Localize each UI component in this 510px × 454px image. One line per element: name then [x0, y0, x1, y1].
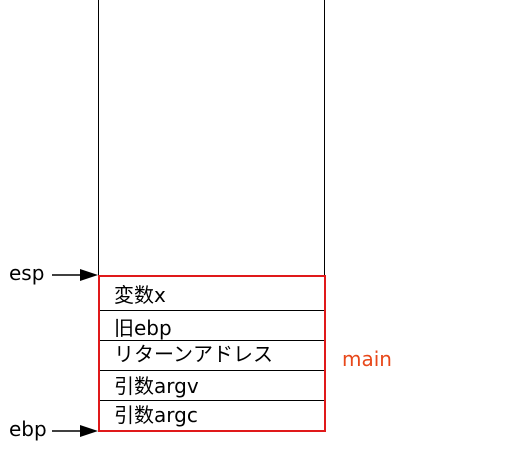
stack-cell-old-ebp: 旧ebp — [114, 316, 172, 340]
stack-cell-argc: 引数argc — [114, 403, 198, 427]
cell-divider — [100, 370, 324, 371]
frame-label-main: main — [342, 347, 392, 371]
ebp-arrow — [52, 425, 98, 437]
esp-arrow — [52, 269, 98, 281]
stack-cell-argv: 引数argv — [114, 374, 199, 398]
stack-cell-return-address: リターンアドレス — [114, 342, 273, 366]
stack-cell-local-x: 変数x — [114, 283, 166, 307]
ebp-label: ebp — [9, 417, 47, 441]
main-stack-frame: 変数x 旧ebp リターンアドレス 引数argv 引数argc — [98, 275, 326, 432]
cell-divider — [100, 310, 324, 311]
esp-label: esp — [9, 261, 45, 285]
